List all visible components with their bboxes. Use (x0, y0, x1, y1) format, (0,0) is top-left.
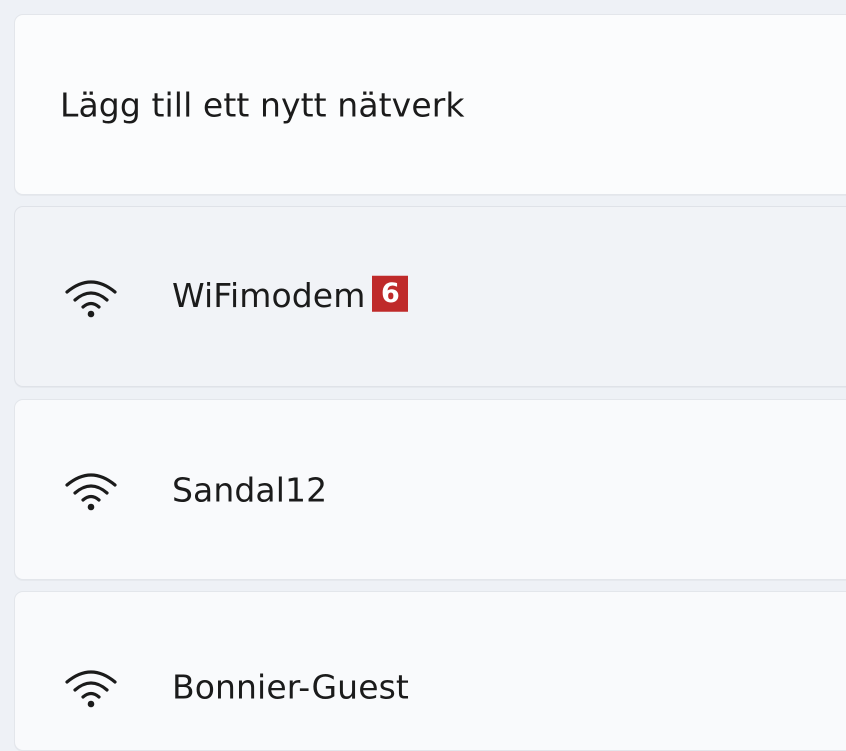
network-ssid: WiFimodem (172, 275, 366, 315)
add-network-button[interactable]: Lägg till ett nytt nätverk (14, 14, 846, 195)
wifi-signal-icon (63, 666, 119, 708)
network-ssid: Bonnier-Guest (172, 667, 409, 707)
annotation-badge: 6 (372, 275, 409, 312)
wifi-signal-icon (63, 276, 119, 318)
wifi-network-list: Lägg till ett nytt nätverk WiFimodem 6 Sa… (0, 0, 846, 751)
add-network-label: Lägg till ett nytt nätverk (60, 85, 465, 124)
network-item-wifimodem[interactable]: WiFimodem 6 (14, 206, 846, 387)
network-name: WiFimodem 6 (172, 275, 409, 315)
network-item-bonnier-guest[interactable]: Bonnier-Guest (14, 591, 846, 751)
network-item-sandal12[interactable]: Sandal12 (14, 399, 846, 580)
network-ssid: Sandal12 (172, 470, 328, 509)
wifi-signal-icon (63, 469, 119, 511)
